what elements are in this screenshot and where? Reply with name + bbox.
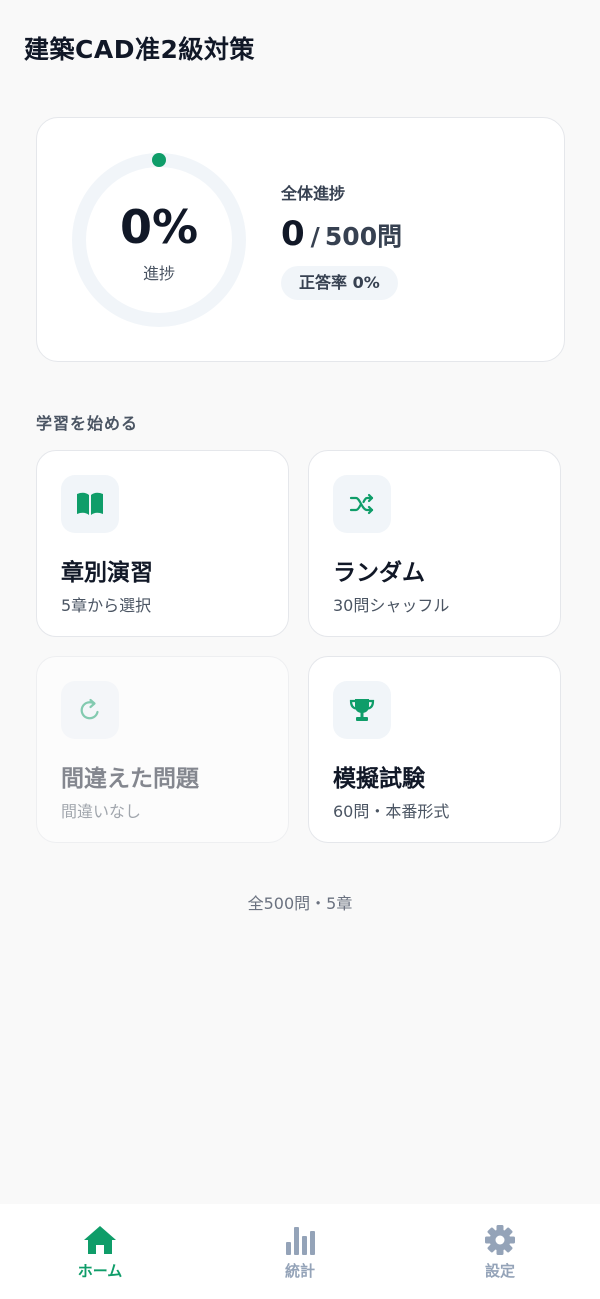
chapter-practice-card[interactable]: 章別演習 5章から選択 — [36, 450, 289, 637]
mock-exam-subtitle: 60問・本番形式 — [333, 802, 450, 821]
mock-exam-card[interactable]: 模擬試験 60問・本番形式 — [308, 656, 561, 843]
random-practice-title: ランダム — [333, 560, 425, 586]
refresh-icon — [61, 681, 119, 739]
question-summary-note: 全500問・5章 — [247, 894, 353, 913]
app-screen: 建築CAD准2級対策 0% 進捗 全体進捗 0/ 500問 正答率 0% 学習を… — [0, 0, 600, 1299]
chapter-practice-title: 章別演習 — [61, 560, 153, 586]
accuracy-badge: 正答率 0% — [281, 266, 398, 300]
mistakes-review-subtitle: 間違いなし — [61, 802, 142, 821]
mistakes-review-card: 間違えた問題 間違いなし — [36, 656, 289, 843]
shuffle-icon — [333, 475, 391, 533]
count-separator: / — [310, 222, 320, 251]
page-title: 建築CAD准2級対策 — [24, 35, 255, 64]
bar-chart-icon — [286, 1227, 315, 1255]
progress-percent: 0% — [119, 200, 199, 254]
trophy-icon — [333, 681, 391, 739]
count-unit: 問 — [377, 222, 403, 251]
nav-item-settings[interactable]: 設定 — [440, 1224, 560, 1284]
chapter-practice-subtitle: 5章から選択 — [61, 596, 152, 615]
mock-exam-title: 模擬試験 — [333, 766, 425, 792]
open-book-icon — [61, 475, 119, 533]
random-practice-card[interactable]: ランダム 30問シャッフル — [308, 450, 561, 637]
progress-card: 0% 進捗 全体進捗 0/ 500問 正答率 0% — [36, 117, 565, 362]
answered-count: 0 — [281, 214, 305, 254]
overall-progress-label: 全体進捗 — [281, 184, 346, 203]
bottom-nav: ホーム 統計 設定 — [0, 1204, 600, 1299]
nav-item-stats[interactable]: 統計 — [240, 1224, 360, 1284]
home-icon — [84, 1226, 116, 1254]
random-practice-subtitle: 30問シャッフル — [333, 596, 450, 615]
nav-label-stats: 統計 — [284, 1262, 315, 1280]
progress-ring: 0% 進捗 — [71, 152, 247, 328]
nav-label-settings: 設定 — [484, 1262, 515, 1280]
gear-icon — [485, 1225, 515, 1255]
nav-label-home: ホーム — [77, 1262, 123, 1280]
overall-progress-count: 0/ 500問 — [281, 214, 402, 254]
progress-ring-start-dot — [152, 153, 166, 167]
progress-ring-label: 進捗 — [142, 264, 175, 283]
mistakes-review-title: 間違えた問題 — [61, 766, 199, 792]
start-section-heading: 学習を始める — [36, 414, 139, 433]
nav-item-home[interactable]: ホーム — [40, 1224, 160, 1284]
total-count: 500 — [324, 222, 378, 251]
